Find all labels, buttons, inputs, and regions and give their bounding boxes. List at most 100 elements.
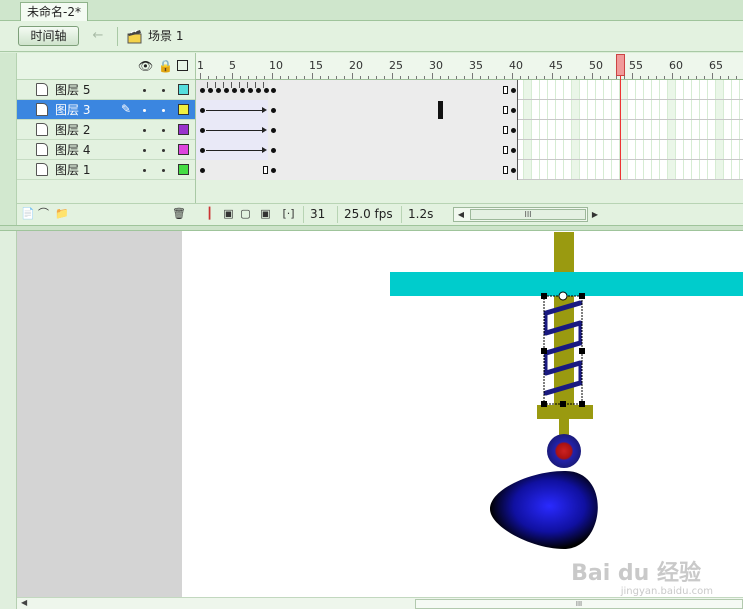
layer-name[interactable]: 图层 3 bbox=[55, 102, 90, 118]
keyframe[interactable] bbox=[216, 88, 221, 93]
end-frame[interactable] bbox=[503, 106, 508, 114]
frame-row-layer5[interactable] bbox=[196, 80, 743, 100]
lock-toggle[interactable] bbox=[162, 89, 165, 92]
outline-icon[interactable] bbox=[177, 60, 188, 71]
keyframe[interactable] bbox=[511, 108, 516, 113]
keyframe[interactable] bbox=[200, 148, 205, 153]
end-frame[interactable] bbox=[503, 146, 508, 154]
ruler-tick bbox=[312, 73, 313, 79]
keyframe[interactable] bbox=[200, 168, 205, 173]
playhead[interactable] bbox=[616, 53, 625, 180]
add-motion-guide-icon[interactable]: ⌒ bbox=[37, 208, 50, 221]
keyframe[interactable] bbox=[200, 88, 205, 93]
frame-row-layer4[interactable] bbox=[196, 140, 743, 160]
timeline-horizontal-scrollbar[interactable]: ◀ III bbox=[453, 207, 588, 222]
insert-folder-icon[interactable]: 📁 bbox=[55, 208, 69, 221]
scene-breadcrumb[interactable]: 场景 1 bbox=[148, 28, 183, 44]
keyframe[interactable] bbox=[240, 88, 245, 93]
frame-span bbox=[268, 100, 517, 120]
layer-row[interactable]: 图层 1 bbox=[17, 160, 195, 180]
frame-row-layer1[interactable] bbox=[196, 160, 743, 180]
frame-row-layer2[interactable] bbox=[196, 120, 743, 140]
scroll-left-icon[interactable]: ◀ bbox=[454, 208, 468, 221]
lock-icon[interactable]: 🔒 bbox=[158, 59, 173, 73]
lock-toggle[interactable] bbox=[162, 129, 165, 132]
onion-skin-outlines-icon[interactable]: ▢ bbox=[239, 208, 252, 221]
back-arrow-icon[interactable]: ← bbox=[89, 29, 107, 44]
stage-canvas[interactable]: Bai du 经验 jingyan.baidu.com bbox=[182, 231, 743, 597]
layer-name[interactable]: 图层 5 bbox=[55, 82, 90, 98]
center-frame-icon[interactable]: ┃ bbox=[203, 208, 216, 221]
delete-layer-icon[interactable]: 🗑 bbox=[172, 208, 186, 221]
keyframe[interactable] bbox=[200, 108, 205, 113]
layer-name[interactable]: 图层 4 bbox=[55, 142, 90, 158]
layer-row[interactable]: 图层 3 ✎ bbox=[17, 100, 195, 120]
visibility-toggle[interactable] bbox=[143, 169, 146, 172]
onion-skin-icon[interactable]: ▣ bbox=[222, 208, 235, 221]
eye-icon[interactable]: 👁 bbox=[138, 59, 153, 73]
keyframe[interactable] bbox=[256, 88, 261, 93]
keyframe[interactable] bbox=[200, 128, 205, 133]
keyframe[interactable] bbox=[271, 148, 276, 153]
layer-row[interactable]: 图层 4 bbox=[17, 140, 195, 160]
vertical-rod[interactable] bbox=[554, 232, 574, 408]
end-frame[interactable] bbox=[503, 126, 508, 134]
cyan-bar[interactable] bbox=[390, 272, 743, 296]
insert-layer-icon[interactable]: 📄 bbox=[21, 208, 35, 221]
keyframe[interactable] bbox=[271, 168, 276, 173]
edit-multiple-frames-icon[interactable]: ▣ bbox=[259, 208, 272, 221]
keyframe[interactable] bbox=[271, 128, 276, 133]
keyframe[interactable] bbox=[511, 168, 516, 173]
lock-toggle[interactable] bbox=[162, 169, 165, 172]
outline-color-swatch[interactable] bbox=[178, 104, 189, 115]
layer-row[interactable]: 图层 5 bbox=[17, 80, 195, 100]
visibility-toggle[interactable] bbox=[143, 109, 146, 112]
scroll-left-icon[interactable]: ◀ bbox=[21, 598, 27, 607]
stage-scroll-thumb[interactable]: III bbox=[415, 599, 743, 609]
timeline-status-bar: 📄 ⌒ 📁 🗑 ┃ ▣ ▢ ▣ [·] 31 25.0 fps 1.2s ◀ I… bbox=[17, 203, 743, 225]
scroll-right-icon[interactable]: ▶ bbox=[588, 208, 602, 221]
teardrop-ball[interactable] bbox=[490, 470, 598, 549]
layer-row[interactable]: 图层 2 bbox=[17, 120, 195, 140]
ruler-tick bbox=[552, 73, 553, 79]
keyframe[interactable] bbox=[232, 88, 237, 93]
keyframe[interactable] bbox=[511, 88, 516, 93]
outline-color-swatch[interactable] bbox=[178, 164, 189, 175]
document-tab[interactable]: 未命名-2* bbox=[20, 2, 88, 21]
frame-row-layer3[interactable] bbox=[196, 100, 743, 120]
rod-base-plate[interactable] bbox=[537, 405, 593, 419]
end-frame[interactable] bbox=[263, 166, 268, 174]
layer-name[interactable]: 图层 1 bbox=[55, 162, 90, 178]
modify-onion-markers-icon[interactable]: [·] bbox=[282, 208, 295, 221]
small-ball[interactable] bbox=[547, 434, 581, 468]
playhead-marker[interactable] bbox=[616, 54, 625, 76]
outline-color-swatch[interactable] bbox=[178, 124, 189, 135]
outline-color-swatch[interactable] bbox=[178, 144, 189, 155]
visibility-toggle[interactable] bbox=[143, 129, 146, 132]
frame-ruler[interactable]: 1 5 10 15 20 25 30 35 40 45 50 55 60 65 bbox=[195, 53, 743, 80]
visibility-toggle[interactable] bbox=[143, 149, 146, 152]
lock-toggle[interactable] bbox=[162, 149, 165, 152]
keyframe[interactable] bbox=[264, 88, 269, 93]
lock-toggle[interactable] bbox=[162, 109, 165, 112]
keyframe[interactable] bbox=[271, 88, 276, 93]
layer-name[interactable]: 图层 2 bbox=[55, 122, 90, 138]
frame-rate-field[interactable]: 25.0 fps bbox=[337, 206, 399, 223]
stage-horizontal-scrollbar[interactable]: ◀ III bbox=[17, 597, 743, 609]
keyframe[interactable] bbox=[511, 148, 516, 153]
layer-page-icon bbox=[36, 83, 48, 96]
frame-grid[interactable] bbox=[195, 80, 743, 180]
outline-color-swatch[interactable] bbox=[178, 84, 189, 95]
timeline-toggle-button[interactable]: 时间轴 bbox=[18, 26, 79, 46]
tween-arrow bbox=[206, 130, 263, 131]
keyframe[interactable] bbox=[511, 128, 516, 133]
keyframe[interactable] bbox=[208, 88, 213, 93]
keyframe[interactable] bbox=[224, 88, 229, 93]
keyframe[interactable] bbox=[271, 108, 276, 113]
end-frame[interactable] bbox=[503, 166, 508, 174]
keyframe[interactable] bbox=[248, 88, 253, 93]
timeline-scroll-thumb[interactable]: III bbox=[470, 209, 586, 220]
end-frame[interactable] bbox=[503, 86, 508, 94]
selected-frame[interactable] bbox=[438, 101, 443, 119]
visibility-toggle[interactable] bbox=[143, 89, 146, 92]
